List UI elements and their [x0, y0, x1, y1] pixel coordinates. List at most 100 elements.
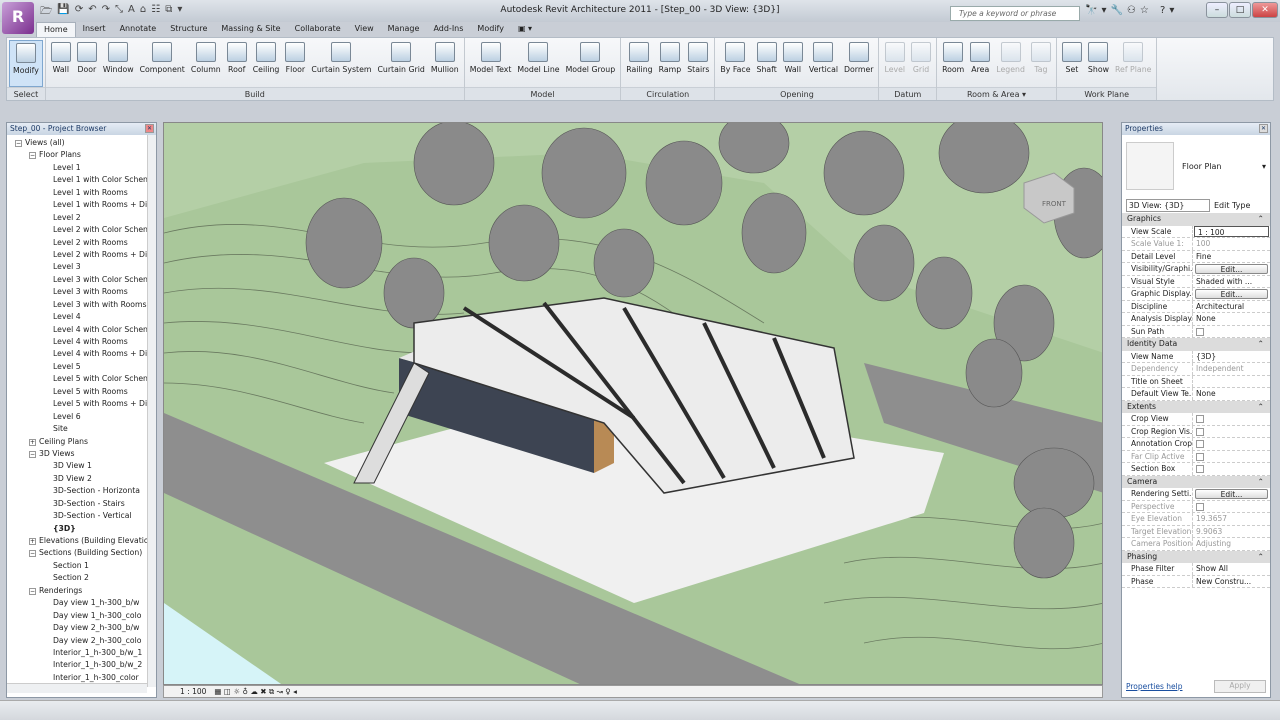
collapse-icon[interactable]: − [29, 550, 36, 558]
floor-button[interactable]: Floor [282, 40, 308, 87]
property-value[interactable]: New Constru... [1193, 576, 1270, 588]
property-value[interactable]: Shaded with ... [1193, 276, 1270, 288]
tab-manage[interactable]: Manage [381, 22, 427, 37]
qat-dropdown-icon[interactable]: ▾ [177, 4, 182, 20]
browser-item[interactable]: Level 3 with Rooms [7, 286, 156, 298]
text-icon[interactable]: A [128, 4, 135, 20]
edit-type-button[interactable]: Edit Type [1214, 201, 1250, 210]
section-phasing[interactable]: Phasing [1122, 550, 1270, 563]
section-extents[interactable]: Extents [1122, 400, 1270, 413]
wall-button[interactable]: Wall [48, 40, 74, 87]
3d-view-icon[interactable]: ⌂ [140, 4, 146, 20]
wall-button[interactable]: Wall [780, 40, 806, 87]
model-group-button[interactable]: Model Group [563, 40, 619, 87]
browser-item[interactable]: Level 5 with Rooms + Di [7, 398, 156, 410]
browser-item[interactable]: Level 5 [7, 361, 156, 373]
browser-item[interactable]: Level 3 with with Rooms [7, 299, 156, 311]
vertical-button[interactable]: Vertical [806, 40, 841, 87]
browser-item[interactable]: 3D-Section - Vertical [7, 510, 156, 522]
browser-item[interactable]: Day view 1_h-300_colo [7, 610, 156, 622]
section-camera[interactable]: Camera [1122, 475, 1270, 488]
redo-icon[interactable]: ↷ [102, 4, 110, 20]
checkbox[interactable] [1196, 465, 1204, 473]
checkbox[interactable] [1196, 327, 1204, 336]
properties-help-link[interactable]: Properties help [1126, 682, 1183, 691]
browser-item[interactable]: − Views (all) [7, 137, 156, 149]
property-value[interactable]: Fine [1193, 251, 1270, 263]
section-graphics[interactable]: Graphics [1122, 213, 1270, 226]
shaft-button[interactable]: Shaft [754, 40, 780, 87]
collapse-icon[interactable]: − [29, 587, 36, 595]
property-value[interactable]: {3D} [1193, 351, 1270, 363]
browser-item[interactable]: Level 3 with Color Schen [7, 274, 156, 286]
save-icon[interactable]: 💾 [57, 4, 69, 20]
property-value[interactable]: Show All [1193, 563, 1270, 575]
property-value[interactable]: Architectural [1193, 301, 1270, 313]
tab-home[interactable]: Home [36, 22, 76, 37]
sync-icon[interactable]: ⟳ [75, 4, 83, 20]
edit-button[interactable]: Edit... [1195, 264, 1268, 274]
section-icon[interactable]: ☷ [151, 4, 160, 20]
apply-button[interactable]: Apply [1214, 680, 1266, 693]
checkbox[interactable] [1196, 427, 1204, 436]
set-button[interactable]: Set [1059, 40, 1085, 87]
browser-item[interactable]: Site [7, 423, 156, 435]
show-button[interactable]: Show [1085, 40, 1112, 87]
browser-item[interactable]: Interior_1_h-300_b/w_2 [7, 659, 156, 671]
legend-button[interactable]: Legend [993, 40, 1028, 87]
model-line-button[interactable]: Model Line [514, 40, 562, 87]
area-button[interactable]: Area [967, 40, 993, 87]
tab-annotate[interactable]: Annotate [113, 22, 164, 37]
room-button[interactable]: Room [939, 40, 967, 87]
browser-item[interactable]: Interior_1_h-300_color [7, 672, 156, 683]
stairs-button[interactable]: Stairs [684, 40, 712, 87]
undo-icon[interactable]: ↶ [88, 4, 96, 20]
property-value[interactable]: None [1193, 388, 1270, 400]
browser-item[interactable]: Day view 1_h-300_b/w [7, 597, 156, 609]
search-input[interactable]: Type a keyword or phrase [950, 6, 1080, 21]
property-value[interactable] [1193, 376, 1270, 388]
close-icon[interactable]: ✕ [145, 124, 154, 133]
edit-button[interactable]: Edit... [1195, 289, 1268, 299]
browser-item[interactable]: Level 1 with Color Schen [7, 174, 156, 186]
browser-item[interactable]: Level 1 with Rooms + Di [7, 199, 156, 211]
instance-selector[interactable]: 3D View: {3D} [1126, 198, 1210, 212]
property-value[interactable]: None [1193, 313, 1270, 325]
view-control-bar[interactable]: 1 : 100 ▦ ◫ ☼ ♁ ☁ ✖ ⧉ ↝ ♀ ◂ [163, 685, 1103, 698]
browser-item[interactable]: Level 6 [7, 411, 156, 423]
checkbox[interactable] [1196, 440, 1204, 448]
open-icon[interactable]: 🗁 [40, 4, 52, 20]
close-hidden-icon[interactable]: ⧉ [165, 4, 172, 20]
browser-item[interactable]: + Elevations (Building Elevatio [7, 535, 156, 547]
collapse-icon[interactable]: − [29, 152, 36, 160]
curtain-grid-button[interactable]: Curtain Grid [374, 40, 427, 87]
section-identity-data[interactable]: Identity Data [1122, 338, 1270, 351]
property-value[interactable]: 1 : 100 [1194, 225, 1269, 237]
tab-options[interactable]: ▣ ▾ [511, 22, 539, 37]
application-menu-button[interactable]: R [2, 2, 34, 34]
browser-item[interactable]: Section 2 [7, 572, 156, 584]
browser-item[interactable]: Day view 2_h-300_b/w [7, 622, 156, 634]
browser-item[interactable]: Level 2 with Rooms + Di [7, 249, 156, 261]
expand-icon[interactable]: + [29, 438, 36, 446]
modify-button[interactable]: Modify [9, 40, 43, 87]
grid-button[interactable]: Grid [908, 40, 934, 87]
browser-item[interactable]: Level 5 with Rooms [7, 386, 156, 398]
level-button[interactable]: Level [881, 40, 908, 87]
by-face-button[interactable]: By Face [717, 40, 753, 87]
ramp-button[interactable]: Ramp [656, 40, 685, 87]
browser-item[interactable]: Level 4 with Color Schen [7, 324, 156, 336]
checkbox[interactable] [1196, 415, 1204, 423]
browser-item[interactable]: −3D Views [7, 448, 156, 460]
browser-item[interactable]: Level 5 with Color Schen [7, 373, 156, 385]
project-browser-vertical-scrollbar[interactable] [147, 135, 156, 687]
infocenter-icons[interactable]: 🔭▾🔧⚇☆ ?▾ [1085, 5, 1178, 16]
railing-button[interactable]: Railing [623, 40, 655, 87]
maximize-button[interactable]: □ [1229, 2, 1251, 18]
minimize-button[interactable]: – [1206, 2, 1228, 18]
browser-item[interactable]: Level 2 with Rooms [7, 237, 156, 249]
tab-massing-site[interactable]: Massing & Site [214, 22, 287, 37]
ceiling-button[interactable]: Ceiling [250, 40, 283, 87]
browser-item[interactable]: − Floor Plans [7, 149, 156, 161]
expand-icon[interactable]: + [29, 538, 36, 545]
